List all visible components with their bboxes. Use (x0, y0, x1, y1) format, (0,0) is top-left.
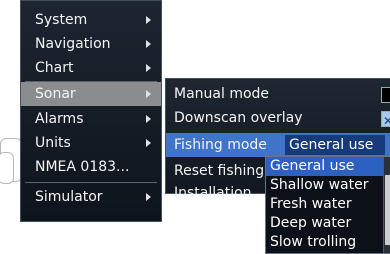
chevron-right-icon (146, 193, 151, 201)
chevron-right-icon (146, 64, 151, 72)
dropdown-option-deep-water[interactable]: Deep water (266, 214, 384, 233)
scrollbar-thumb[interactable] (385, 175, 390, 245)
menu-item-units[interactable]: Units (21, 131, 161, 155)
settings-menu: System Navigation Chart Sonar Alarms Uni… (20, 0, 162, 222)
chevron-right-icon (146, 115, 151, 123)
manual-mode-label: Manual mode (174, 86, 270, 102)
menu-divider (25, 182, 157, 183)
fishing-mode-label: Fishing mode (174, 137, 267, 153)
menu-item-nmea[interactable]: NMEA 0183... (21, 155, 161, 179)
menu-item-label: NMEA 0183... (35, 159, 130, 175)
dropdown-scrollbar[interactable] (383, 157, 390, 253)
downscan-overlay-label: Downscan overlay (174, 110, 303, 126)
menu-item-system[interactable]: System (21, 8, 161, 32)
chevron-right-icon (146, 139, 151, 147)
installation-label: Installation... (174, 185, 265, 201)
dropdown-option-shallow-water[interactable]: Shallow water (266, 176, 384, 195)
reset-fishing-label: Reset fishing (174, 163, 265, 179)
dropdown-option-general-use[interactable]: General use (266, 157, 384, 176)
menu-item-chart[interactable]: Chart (21, 56, 161, 80)
fishing-mode-dropdown: General use Shallow water Fresh water De… (265, 156, 390, 254)
menu-item-simulator[interactable]: Simulator (21, 185, 161, 209)
menu-item-label: Navigation (35, 36, 111, 52)
background-window-edge-inner (0, 152, 14, 184)
menu-item-sonar[interactable]: Sonar (21, 82, 161, 106)
dropdown-option-slow-trolling[interactable]: Slow trolling (266, 233, 384, 252)
fishing-mode-select[interactable]: General use (285, 135, 385, 155)
chevron-right-icon (146, 90, 151, 98)
downscan-overlay-checkbox[interactable] (381, 109, 390, 133)
menu-item-label: Alarms (35, 111, 84, 127)
menu-item-label: Sonar (35, 86, 76, 102)
menu-item-label: Chart (35, 60, 74, 76)
menu-item-label: Simulator (35, 189, 103, 205)
manual-mode-checkbox[interactable] (381, 87, 390, 103)
menu-item-label: Units (35, 135, 71, 151)
fishing-mode-item[interactable]: Fishing mode General use (166, 133, 390, 157)
menu-item-alarms[interactable]: Alarms (21, 107, 161, 131)
downscan-overlay-item[interactable]: Downscan overlay (166, 106, 390, 133)
chevron-right-icon (146, 40, 151, 48)
menu-item-label: System (35, 12, 88, 28)
menu-item-navigation[interactable]: Navigation (21, 32, 161, 56)
dropdown-option-fresh-water[interactable]: Fresh water (266, 195, 384, 214)
chevron-right-icon (146, 16, 151, 24)
manual-mode-item[interactable]: Manual mode (166, 82, 390, 106)
